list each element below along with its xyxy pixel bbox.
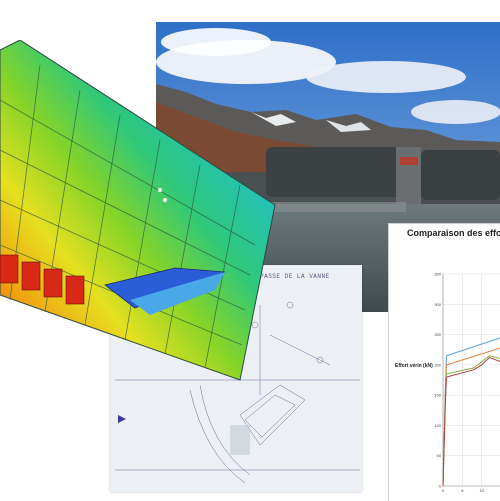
y-tick-label: 200 [434,362,441,367]
y-tick-label: 50 [437,453,442,458]
y-tick-label: 250 [434,332,441,337]
series-line-1 [442,337,500,487]
chart-plot: 0501001502002503003500 5 10 [434,272,500,493]
chart-axes [442,274,500,487]
y-tick-label: 300 [434,302,441,307]
chart-panel: Comparaison des efforts Effort vérin (kN… [388,223,500,501]
fem-model [0,40,290,390]
y-tick-label: 350 [434,272,441,277]
series-line-4 [442,357,500,487]
x-tick-label: 10 [479,488,484,493]
x-tick-label: 0 [442,488,445,493]
y-tick-label: 150 [434,393,441,398]
x-tick-label: 5 [461,488,464,493]
y-tick-label: 100 [434,423,441,428]
